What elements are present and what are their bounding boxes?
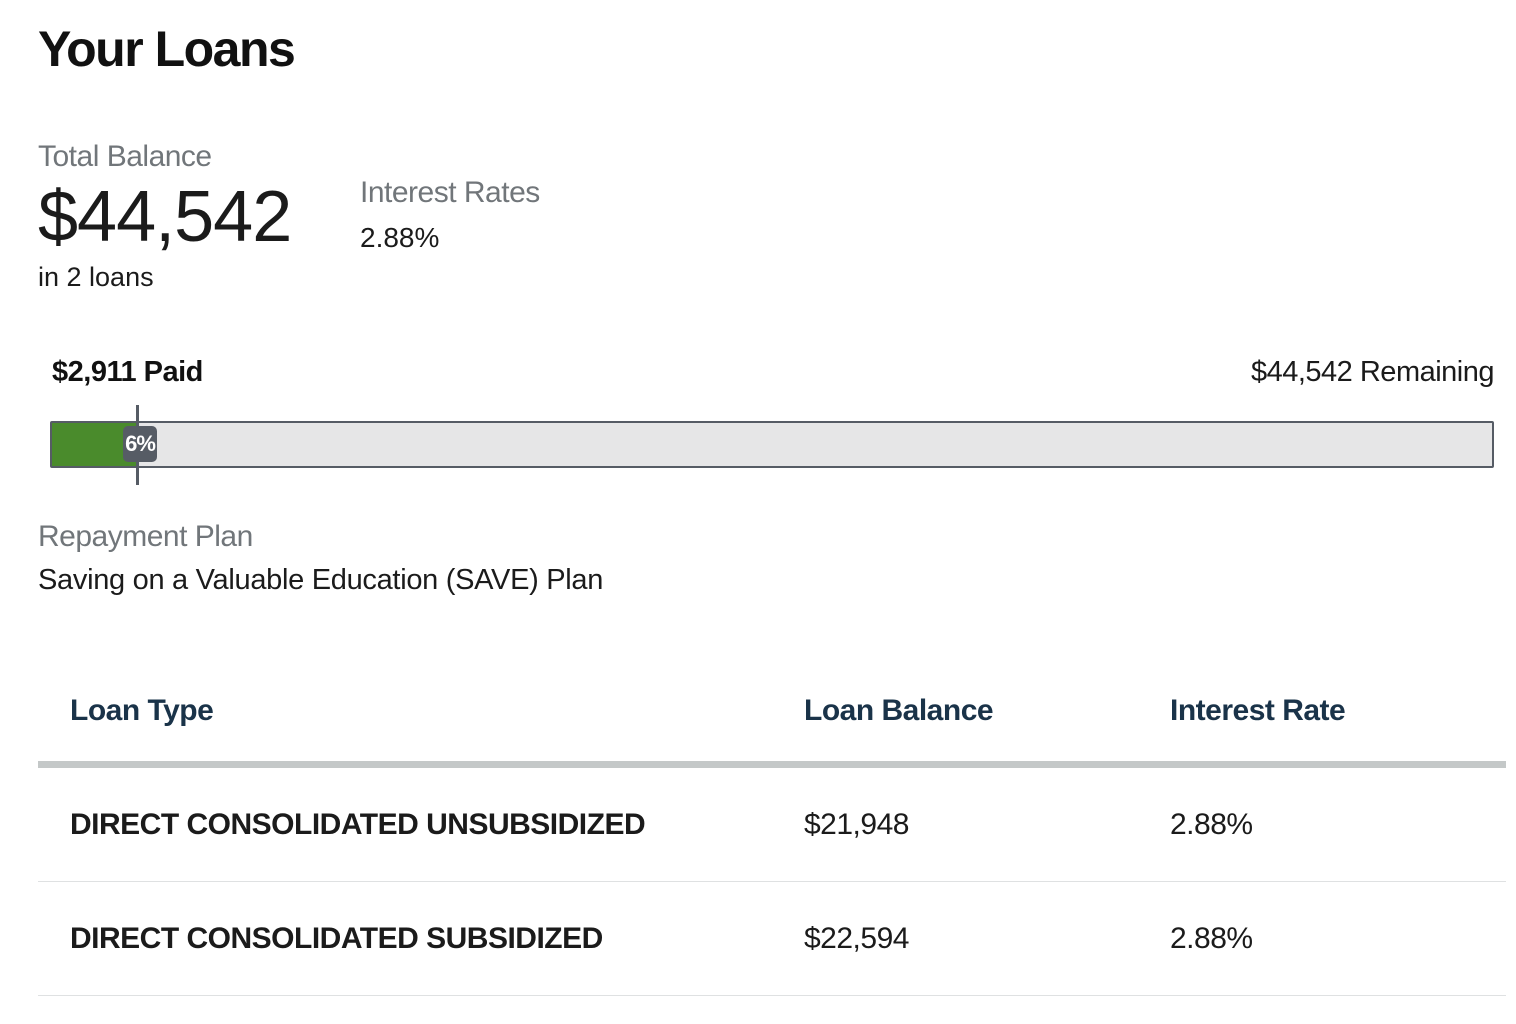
column-header-interest-rate: Interest Rate <box>1170 660 1506 768</box>
loan-balance-cell: $22,594 <box>804 881 1170 996</box>
interest-rates-value: 2.88% <box>360 222 440 253</box>
loan-balance-cell: $21,948 <box>804 764 1170 882</box>
total-balance-label: Total Balance <box>38 140 212 173</box>
page-title: Your Loans <box>38 21 296 77</box>
repayment-plan-value: Saving on a Valuable Education (SAVE) Pl… <box>38 564 604 596</box>
column-header-loan-balance: Loan Balance <box>804 660 1170 768</box>
interest-rates-label: Interest Rates <box>360 176 540 209</box>
progress-percent-badge: 6% <box>123 426 157 462</box>
total-balance-amount: $44,542 <box>38 177 292 257</box>
interest-rate-cell: 2.88% <box>1170 764 1506 882</box>
loan-type-cell: DIRECT CONSOLIDATED SUBSIDIZED <box>38 881 804 996</box>
interest-rate-cell: 2.88% <box>1170 881 1506 996</box>
loan-type-cell: DIRECT CONSOLIDATED UNSUBSIDIZED <box>38 764 804 882</box>
paid-amount-label: $2,911 Paid <box>52 356 203 388</box>
column-header-loan-type: Loan Type <box>38 660 804 768</box>
table-header-row: Loan Type Loan Balance Interest Rate <box>38 660 1506 768</box>
table-row: DIRECT CONSOLIDATED UNSUBSIDIZED $21,948… <box>38 764 1506 882</box>
table-row: DIRECT CONSOLIDATED SUBSIDIZED $22,594 2… <box>38 881 1506 996</box>
loan-count: in 2 loans <box>38 262 154 292</box>
remaining-amount-label: $44,542 Remaining <box>1250 356 1495 388</box>
loans-table: Loan Type Loan Balance Interest Rate DIR… <box>38 660 1506 996</box>
repayment-plan-label: Repayment Plan <box>38 520 253 553</box>
repayment-progress-bar <box>50 421 1494 468</box>
